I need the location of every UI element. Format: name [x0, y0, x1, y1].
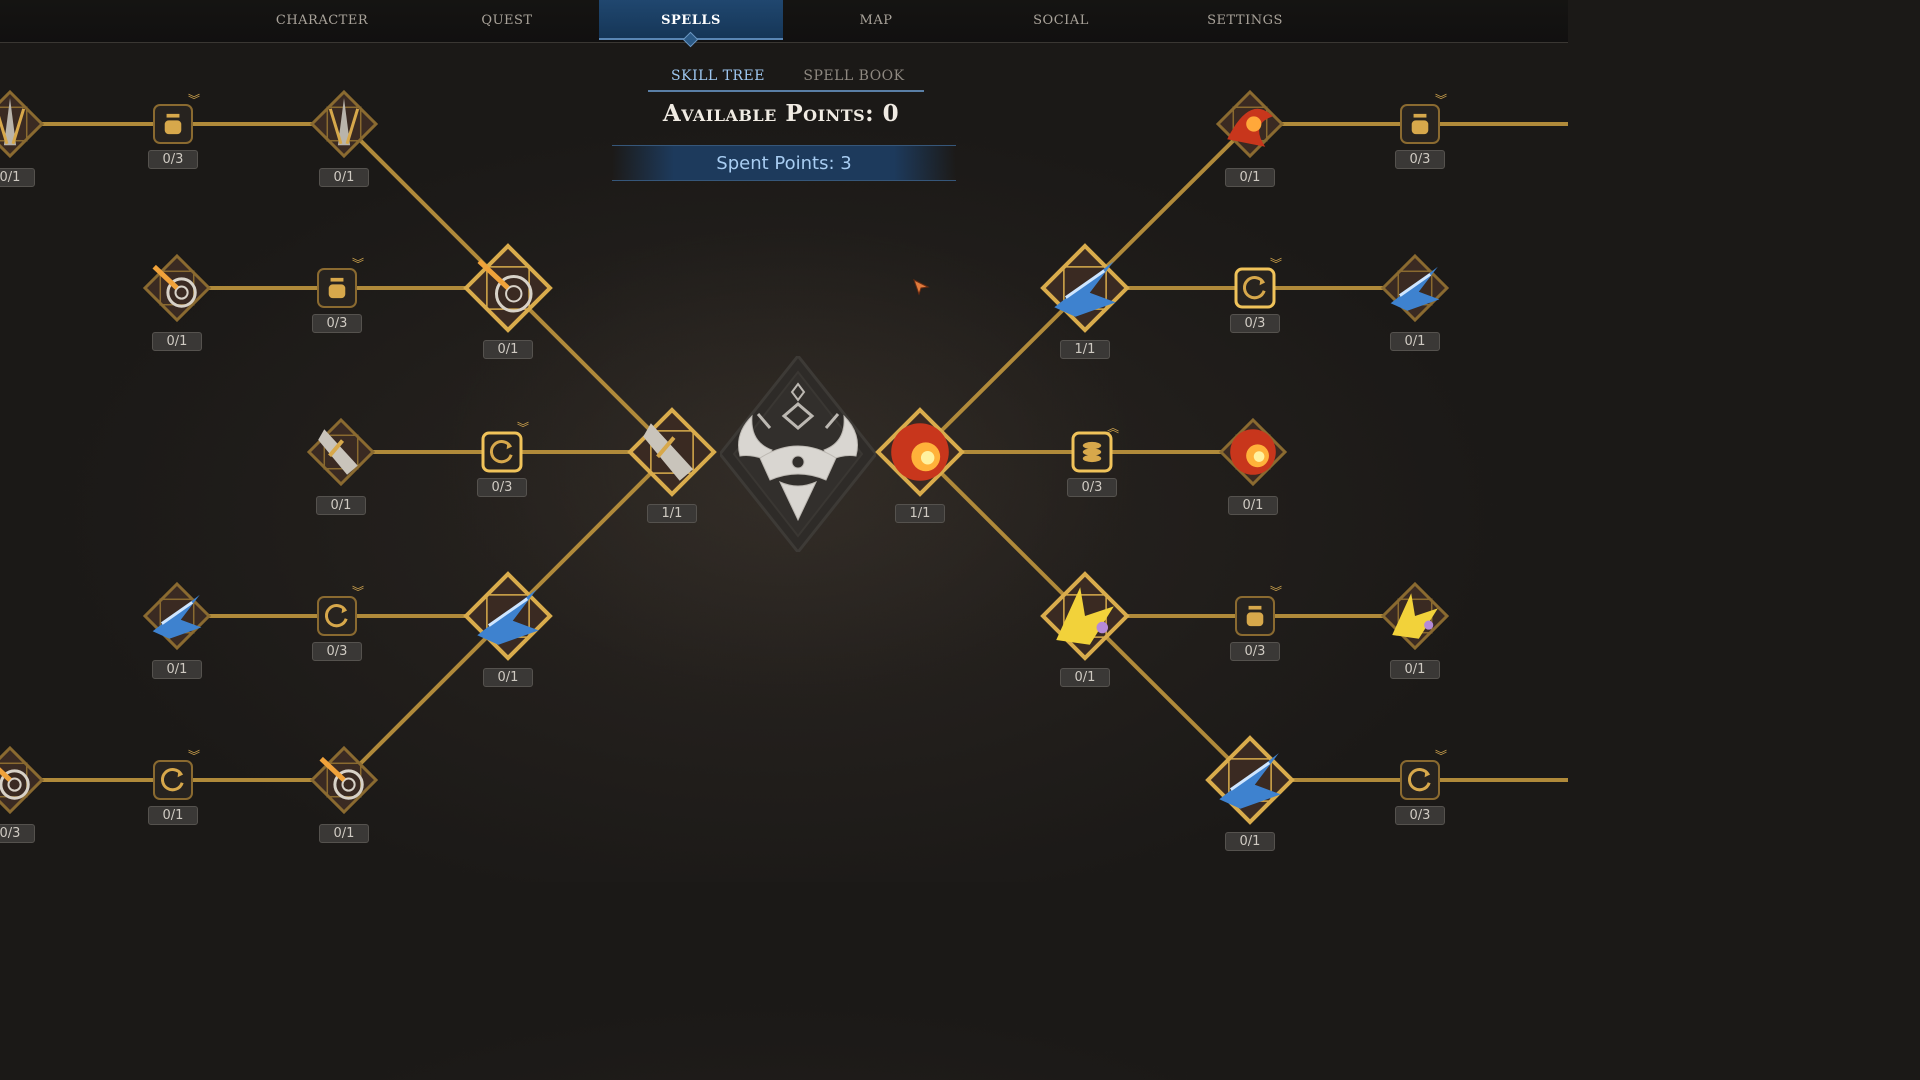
node-rank-counter: 0/1	[483, 668, 533, 687]
node-rank-counter: 0/1	[483, 340, 533, 359]
node-rank-counter: 0/3	[312, 314, 362, 333]
mouse-cursor-icon	[913, 278, 930, 296]
node-rank-counter: 1/1	[895, 504, 945, 523]
blade-spikes-icon	[309, 89, 379, 159]
node-rank-counter: 0/1	[319, 168, 369, 187]
skill-node-ice-shards[interactable]: 0/1	[460, 568, 556, 687]
node-rank-counter: 0/1	[1390, 332, 1440, 351]
passive-node-potion[interactable]: 0/3 ︾	[1395, 94, 1447, 169]
passive-node-cooldown[interactable]: 0/3 ︾	[477, 422, 529, 497]
skill-node-holy-sword[interactable]: 1/1	[624, 404, 720, 523]
skill-node-ice-shards[interactable]: 0/1	[139, 578, 215, 679]
shield-blade-icon	[306, 417, 376, 487]
node-rank-counter: 0/1	[148, 806, 198, 825]
skill-node-fireball[interactable]: 1/1	[872, 404, 968, 523]
node-rank-counter: 0/3	[477, 478, 527, 497]
chevron-down-icon: ︾	[1270, 257, 1283, 271]
node-rank-counter: 0/1	[152, 660, 202, 679]
ice-shards-icon	[142, 581, 212, 651]
whirl-icon	[0, 745, 45, 815]
node-rank-counter: 0/1	[1390, 660, 1440, 679]
skill-node-lightning-burst[interactable]: 0/1	[1377, 578, 1453, 679]
passive-node-potion[interactable]: 0/3 ︾	[312, 258, 364, 333]
whirlwind-strike-icon	[142, 253, 212, 323]
node-rank-counter: 0/1	[1225, 832, 1275, 851]
node-rank-counter: 0/3	[148, 150, 198, 169]
node-rank-counter: 0/1	[152, 332, 202, 351]
cooldown-icon	[1400, 760, 1440, 800]
node-rank-counter: 0/1	[1060, 668, 1110, 687]
passive-node-cooldown[interactable]: 0/1 ︾	[148, 750, 200, 825]
potion-icon	[1400, 104, 1440, 144]
skill-node-whirlwind-strike[interactable]: 0/1	[139, 250, 215, 351]
cooldown-icon	[1234, 267, 1276, 309]
whirl-icon	[309, 745, 379, 815]
cooldown-icon	[153, 760, 193, 800]
node-rank-counter: 0/3	[1230, 642, 1280, 661]
skill-node-ice-claw[interactable]: 0/1	[1202, 732, 1298, 851]
node-rank-counter: 0/1	[0, 168, 35, 187]
skill-node-dragon-fire[interactable]: 0/1	[1212, 86, 1288, 187]
cooldown-icon	[317, 596, 357, 636]
chevron-down-icon: ︾	[1270, 585, 1283, 599]
passive-node-cooldown[interactable]: 0/3 ︾	[1230, 258, 1282, 333]
node-rank-counter: 0/3	[1067, 478, 1117, 497]
skill-node-blade-spikes[interactable]: 0/1	[306, 86, 382, 187]
node-rank-counter: 1/1	[647, 504, 697, 523]
chevron-down-icon: ︾	[1435, 93, 1448, 107]
cooldown-icon	[481, 431, 523, 473]
potion-icon	[1235, 596, 1275, 636]
skill-node-whirl[interactable]: 0/1	[306, 742, 382, 843]
node-rank-counter: 0/1	[316, 496, 366, 515]
potion-icon	[317, 268, 357, 308]
lightning-burst-icon	[1040, 571, 1130, 661]
chevron-down-icon: ︾	[517, 421, 530, 435]
ice-claw-icon	[1205, 735, 1295, 825]
passive-node-cooldown[interactable]: 0/3 ︾	[1395, 750, 1447, 825]
skill-node-frost-wave[interactable]: 1/1	[1037, 240, 1133, 359]
node-rank-counter: 0/3	[1230, 314, 1280, 333]
skill-node-whirlwind-strike[interactable]: 0/1	[460, 240, 556, 359]
coins-icon	[1071, 431, 1113, 473]
chevron-down-icon: ︾	[352, 257, 365, 271]
passive-node-potion[interactable]: 0/3 ︾	[1230, 586, 1282, 661]
skill-node-blade-spikes[interactable]: 0/1	[0, 86, 48, 187]
fireball-icon	[1218, 417, 1288, 487]
whirlwind-strike-icon	[463, 243, 553, 333]
blade-spikes-icon	[0, 89, 45, 159]
frost-wave-icon	[1380, 253, 1450, 323]
node-rank-counter: 0/3	[312, 642, 362, 661]
chevron-down-icon: ︾	[352, 585, 365, 599]
passive-node-cooldown[interactable]: 0/3 ︾	[312, 586, 364, 661]
class-emblem-icon	[720, 356, 876, 552]
holy-sword-icon	[627, 407, 717, 497]
passive-node-coins[interactable]: 0/3 ︽	[1067, 422, 1119, 497]
node-rank-counter: 0/3	[1395, 150, 1445, 169]
skill-node-frost-wave[interactable]: 0/1	[1377, 250, 1453, 351]
chevron-up-icon: ︽	[1107, 421, 1120, 435]
ice-shards-icon	[463, 571, 553, 661]
frost-wave-icon	[1040, 243, 1130, 333]
node-rank-counter: 0/1	[1228, 496, 1278, 515]
dragon-fire-icon	[1215, 89, 1285, 159]
lightning-burst-icon	[1380, 581, 1450, 651]
skill-node-fireball[interactable]: 0/1	[1215, 414, 1291, 515]
node-rank-counter: 1/1	[1060, 340, 1110, 359]
potion-icon	[153, 104, 193, 144]
node-rank-counter: 0/3	[0, 824, 35, 843]
node-rank-counter: 0/1	[319, 824, 369, 843]
skill-node-lightning-burst[interactable]: 0/1	[1037, 568, 1133, 687]
node-rank-counter: 0/3	[1395, 806, 1445, 825]
passive-node-potion[interactable]: 0/3 ︾	[148, 94, 200, 169]
chevron-down-icon: ︾	[188, 749, 201, 763]
fireball-icon	[875, 407, 965, 497]
chevron-down-icon: ︾	[188, 93, 201, 107]
chevron-down-icon: ︾	[1435, 749, 1448, 763]
skill-node-shield-blade[interactable]: 0/1	[303, 414, 379, 515]
node-rank-counter: 0/1	[1225, 168, 1275, 187]
skill-node-whirl[interactable]: 0/3	[0, 742, 48, 843]
